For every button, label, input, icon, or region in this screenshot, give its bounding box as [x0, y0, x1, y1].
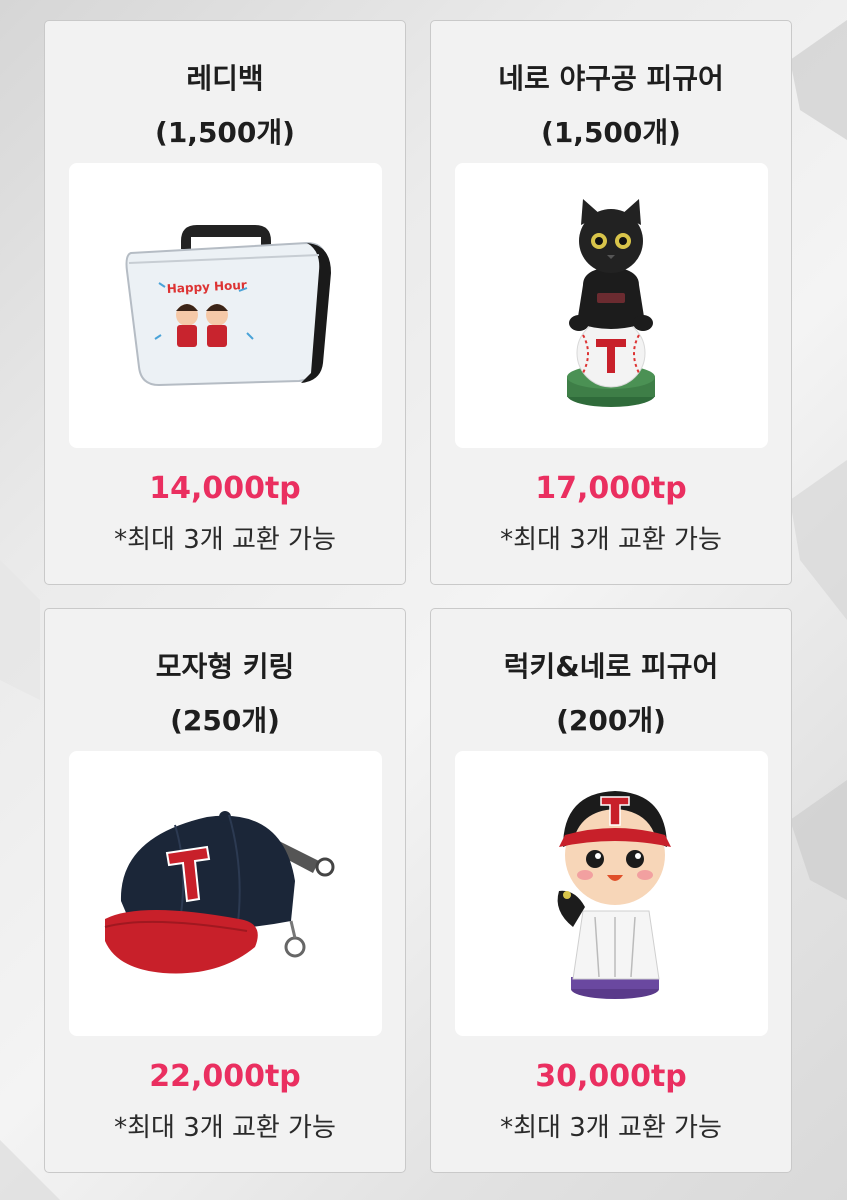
item-price: 30,000tp: [535, 1059, 687, 1094]
item-image: [69, 751, 382, 1036]
exchange-limit-note: *최대 3개 교환 가능: [114, 1113, 336, 1143]
exchange-limit-note: *최대 3개 교환 가능: [500, 525, 722, 555]
reward-card[interactable]: 네로 야구공 피규어 (1,500개) 17,000tp *최대 3개 교환 가…: [430, 20, 792, 585]
item-image: Happy Hour: [69, 163, 382, 448]
item-price: 22,000tp: [149, 1059, 301, 1094]
item-image: [455, 751, 768, 1036]
reward-item-grid: 레디백 (1,500개) Happy Hour 14,000tp *최대 3개 …: [0, 0, 847, 1200]
item-name: 모자형 키링: [155, 650, 295, 683]
item-image: [455, 163, 768, 448]
reward-card[interactable]: 럭키&네로 피규어 (200개) 30,000tp *최대 3개 교환 가능: [430, 608, 792, 1173]
item-quantity: (1,500개): [541, 116, 681, 149]
cap-keyring-icon: [104, 811, 335, 974]
player-figure-icon: [557, 791, 671, 999]
item-quantity: (250개): [170, 704, 280, 737]
item-price: 17,000tp: [535, 471, 687, 506]
item-name: 네로 야구공 피규어: [498, 62, 724, 95]
item-name: 레디백: [186, 62, 264, 95]
exchange-limit-note: *최대 3개 교환 가능: [114, 525, 336, 555]
cat-figure-icon: [567, 199, 655, 407]
reward-card[interactable]: 레디백 (1,500개) Happy Hour 14,000tp *최대 3개 …: [44, 20, 406, 585]
reward-card[interactable]: 모자형 키링 (250개) 22,000tp *최대 3개 교환 가능: [44, 608, 406, 1173]
exchange-limit-note: *최대 3개 교환 가능: [500, 1113, 722, 1143]
item-quantity: (200개): [556, 704, 666, 737]
carry-bag-icon: Happy Hour: [125, 225, 331, 387]
item-price: 14,000tp: [149, 471, 301, 506]
item-quantity: (1,500개): [155, 116, 295, 149]
item-name: 럭키&네로 피규어: [503, 650, 719, 683]
